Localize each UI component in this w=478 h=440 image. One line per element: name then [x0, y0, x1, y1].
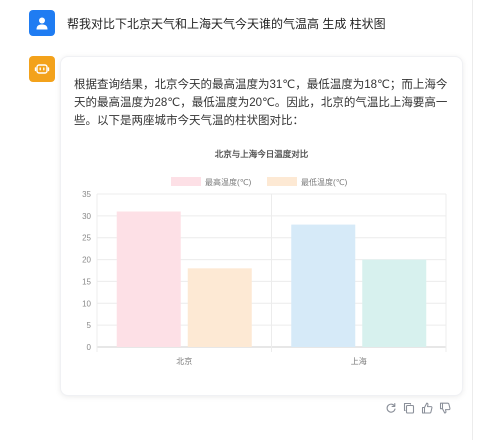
user-question: 帮我对比下北京天气和上海天气今天谁的气温高 生成 柱状图 [67, 17, 386, 31]
bar-chart: 北京与上海今日温度对比最高温度(℃) 最低温度(℃) 0 5 10 15 20 25 30 35 北… [61, 142, 464, 372]
chart-svg: 北京与上海今日温度对比最高温度(℃) 最低温度(℃) 0 5 10 15 20 25 30 35 北… [82, 149, 447, 366]
right-divider [472, 0, 473, 440]
chat-page: 帮我对比下北京天气和上海天气今天谁的气温高 生成 柱状图 根据查询结果，北京今天… [0, 0, 478, 440]
y-tick-label: 20 [82, 256, 91, 265]
answer-text: 根据查询结果，北京今天的最高温度为31℃，最低温度为18℃；而上海今天的最高温度… [74, 79, 448, 127]
thumbs-down-icon[interactable] [439, 402, 451, 414]
user-avatar [29, 10, 55, 36]
y-tick-label: 15 [82, 277, 91, 286]
refresh-icon[interactable] [385, 402, 397, 414]
bar [362, 259, 427, 347]
message-actions [385, 402, 451, 414]
thumbs-down-icon-svg [439, 402, 451, 414]
copy-icon-svg [403, 402, 415, 414]
copy-icon[interactable] [403, 402, 415, 414]
legend-swatch [171, 177, 201, 186]
y-tick-label: 0 [87, 343, 92, 352]
y-tick-label: 10 [82, 299, 91, 308]
x-tick-label: 北京 [176, 356, 192, 366]
y-tick-label: 30 [82, 212, 91, 221]
thumbs-up-icon-svg [421, 402, 433, 414]
x-tick-label: 上海 [351, 356, 367, 366]
bar [187, 268, 252, 347]
bot-icon [34, 64, 50, 74]
legend-label: 最低温度(℃) [301, 177, 348, 187]
y-tick-label: 5 [87, 321, 92, 330]
answer-card: 根据查询结果，北京今天的最高温度为31℃，最低温度为18℃；而上海今天的最高温度… [60, 56, 463, 396]
bot-avatar [29, 56, 55, 82]
chart-title: 北京与上海今日温度对比 [215, 149, 309, 159]
bar [291, 224, 356, 347]
legend-label: 最高温度(℃) [205, 177, 252, 187]
y-tick-label: 25 [82, 234, 91, 243]
legend-swatch [267, 177, 297, 186]
y-tick-label: 35 [82, 190, 91, 199]
thumbs-up-icon[interactable] [421, 402, 433, 414]
user-icon [36, 17, 48, 30]
refresh-icon-svg [386, 403, 396, 413]
bar [116, 211, 181, 347]
